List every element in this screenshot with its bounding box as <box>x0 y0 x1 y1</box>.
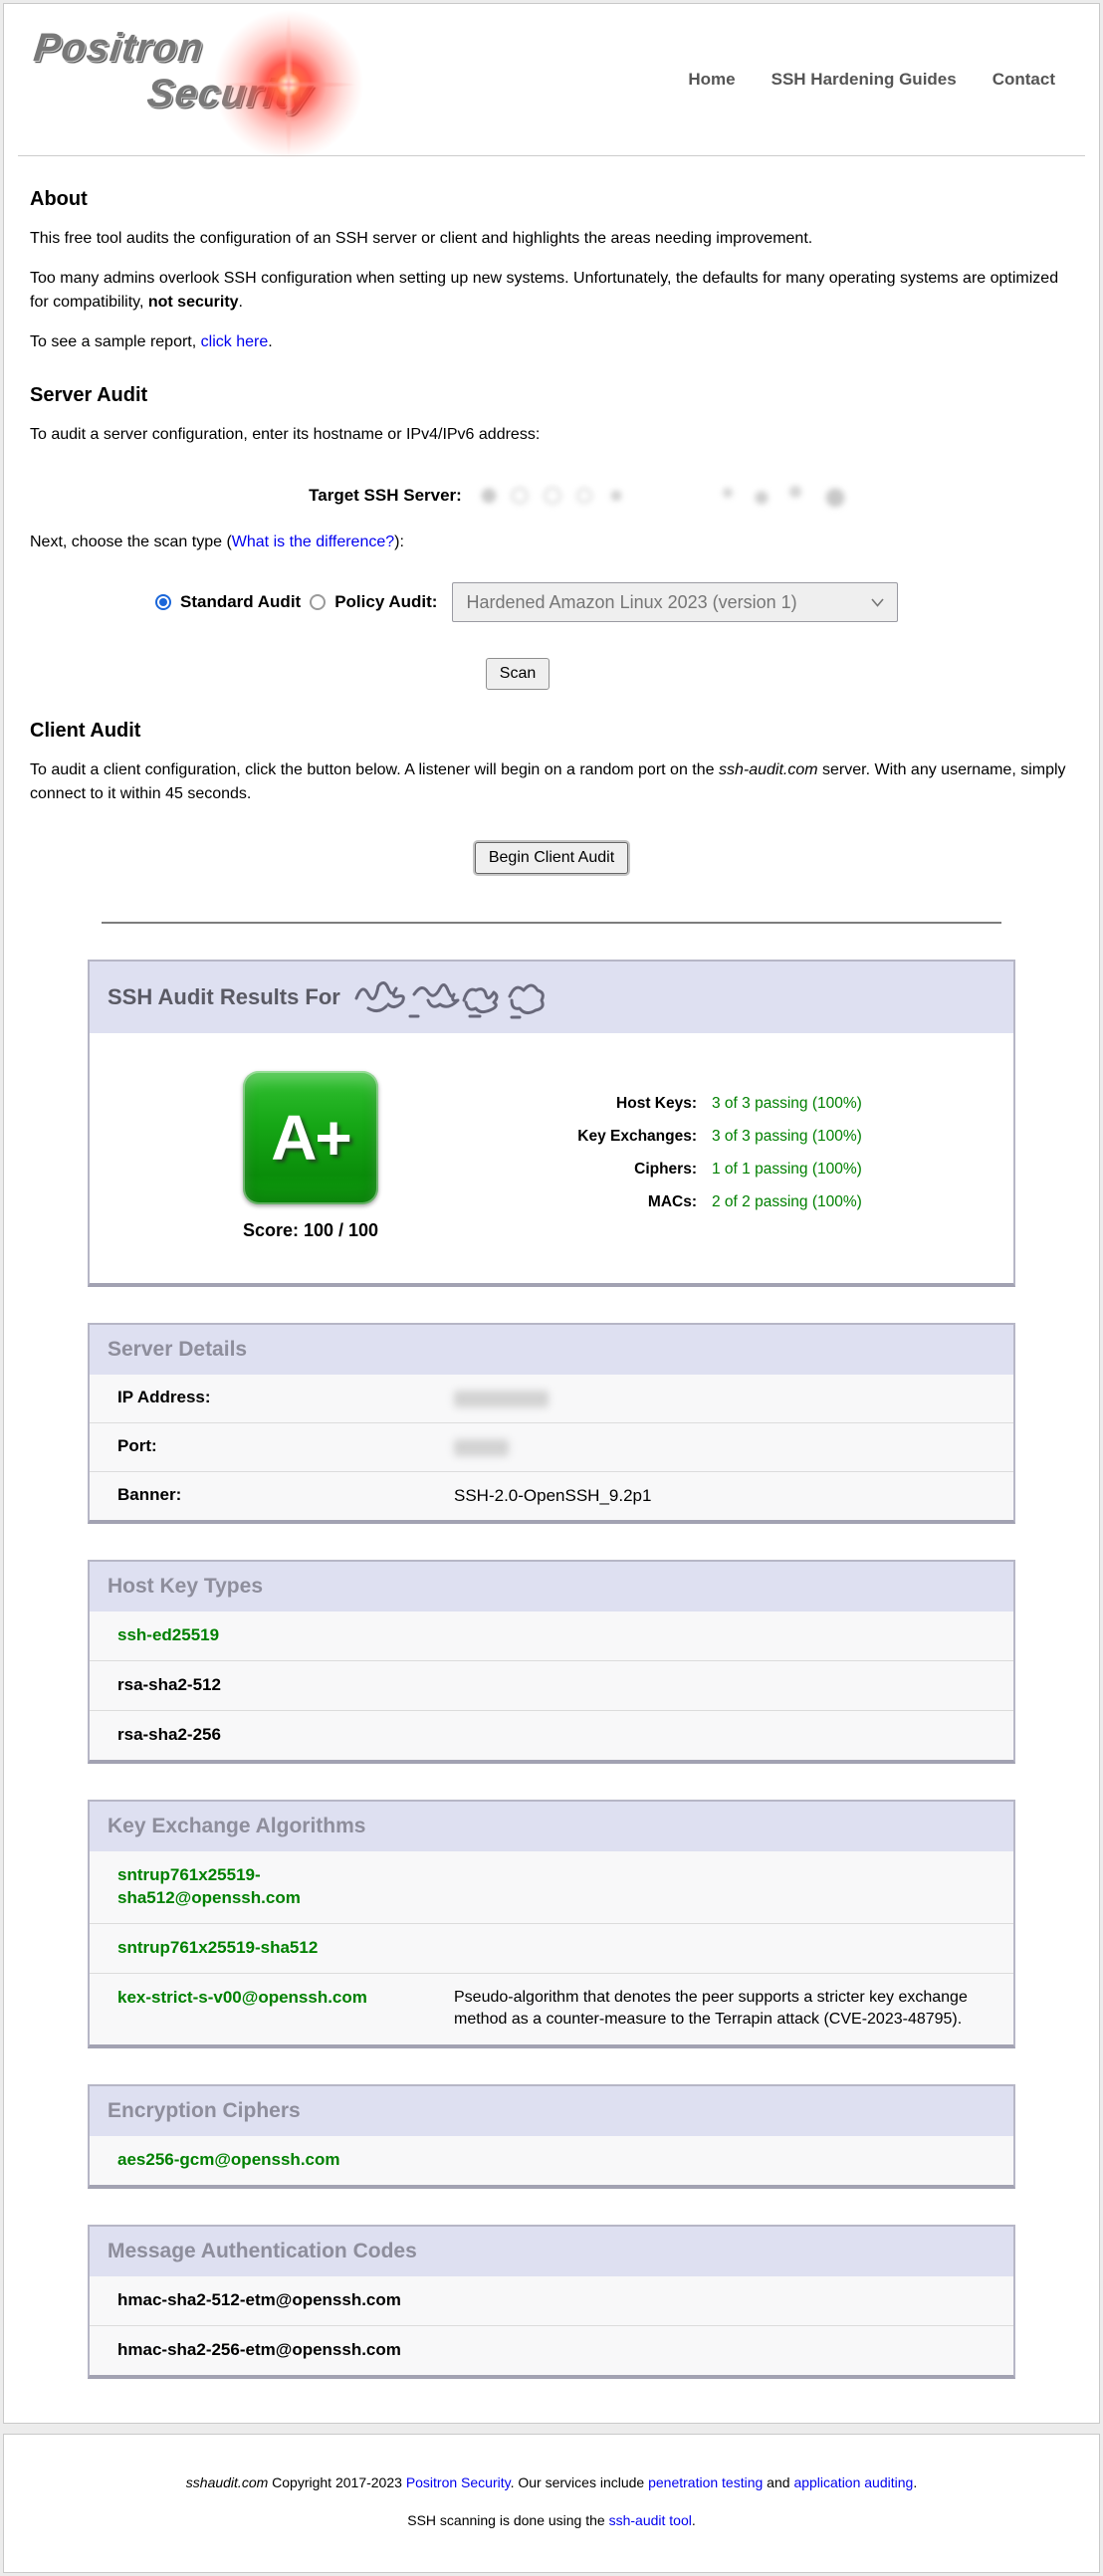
redacted-input-value <box>471 477 854 515</box>
site-footer: sshaudit.com Copyright 2017-2023 Positro… <box>3 2434 1100 2573</box>
stat-row-host-keys: Host Keys: 3 of 3 passing (100%) <box>508 1095 990 1113</box>
main-content: About This free tool audits the configur… <box>4 156 1099 2423</box>
list-item: rsa-sha2-512 <box>90 1660 1013 1710</box>
nav-contact[interactable]: Contact <box>993 70 1055 90</box>
positron-security-link[interactable]: Positron Security <box>406 2474 511 2490</box>
begin-client-audit-button[interactable]: Begin Client Audit <box>475 842 628 874</box>
nav-ssh-hardening-guides[interactable]: SSH Hardening Guides <box>772 70 957 90</box>
table-row: Banner: SSH-2.0-OpenSSH_9.2p1 <box>90 1471 1013 1520</box>
encryption-ciphers-panel: Encryption Ciphers aes256-gcm@openssh.co… <box>88 2084 1015 2189</box>
results-panel-body: A+ Score: 100 / 100 Host Keys: 3 of 3 pa… <box>90 1033 1013 1283</box>
chevron-down-icon <box>871 598 884 607</box>
section-divider <box>102 922 1001 924</box>
policy-audit-radio[interactable] <box>310 594 326 610</box>
grade-letter: A+ <box>271 1101 350 1175</box>
site-header: Positron Security Home SSH Hardening Gui… <box>4 4 1099 155</box>
results-panel-header: SSH Audit Results For <box>90 962 1013 1033</box>
scan-type-paragraph: Next, choose the scan type (What is the … <box>30 531 1073 554</box>
target-server-row: Target SSH Server: <box>90 477 1073 515</box>
list-item: sntrup761x25519-sha512@openssh.com <box>90 1851 1013 1923</box>
host-key-types-panel: Host Key Types ssh-ed25519 rsa-sha2-512 … <box>88 1560 1015 1764</box>
stat-row-macs: MACs: 2 of 2 passing (100%) <box>508 1193 990 1211</box>
list-item: rsa-sha2-256 <box>90 1710 1013 1760</box>
list-item: hmac-sha2-256-etm@openssh.com <box>90 2325 1013 2375</box>
list-item: kex-strict-s-v00@openssh.com Pseudo-algo… <box>90 1973 1013 2044</box>
list-item: aes256-gcm@openssh.com <box>90 2136 1013 2185</box>
footer-line-1: sshaudit.com Copyright 2017-2023 Positro… <box>14 2474 1089 2490</box>
list-item: sntrup761x25519-sha512 <box>90 1923 1013 1973</box>
host-key-types-header: Host Key Types <box>90 1562 1013 1611</box>
macs-header: Message Authentication Codes <box>90 2227 1013 2276</box>
footer-line-2: SSH scanning is done using the ssh-audit… <box>14 2512 1089 2528</box>
macs-panel: Message Authentication Codes hmac-sha2-5… <box>88 2225 1015 2379</box>
policy-select[interactable]: Hardened Amazon Linux 2023 (version 1) <box>452 582 898 622</box>
results-panel-title: SSH Audit Results For <box>108 984 340 1010</box>
redacted-ip-address <box>454 1391 549 1407</box>
sshaudit-domain: sshaudit.com <box>186 2474 268 2490</box>
stat-row-key-exchanges: Key Exchanges: 3 of 3 passing (100%) <box>508 1128 990 1146</box>
server-audit-intro: To audit a server configuration, enter i… <box>30 423 1073 447</box>
list-item: hmac-sha2-512-etm@openssh.com <box>90 2276 1013 2325</box>
client-audit-paragraph: To audit a client configuration, click t… <box>30 758 1073 806</box>
about-paragraph-2: Too many admins overlook SSH configurati… <box>30 267 1073 315</box>
about-paragraph-3: To see a sample report, click here. <box>30 330 1073 354</box>
nav-home[interactable]: Home <box>688 70 735 90</box>
application-auditing-link[interactable]: application auditing <box>793 2474 913 2490</box>
list-item: ssh-ed25519 <box>90 1611 1013 1660</box>
server-audit-title: Server Audit <box>30 384 1073 407</box>
sample-report-link[interactable]: click here <box>201 333 269 350</box>
client-audit-button-row: Begin Client Audit <box>30 842 1073 874</box>
results-panel: SSH Audit Results For A+ Sco <box>88 960 1015 1287</box>
positron-security-logo[interactable]: Positron Security <box>30 4 458 155</box>
key-exchange-header: Key Exchange Algorithms <box>90 1802 1013 1851</box>
table-row: Port: <box>90 1422 1013 1471</box>
scan-button-row: Scan <box>0 658 1039 690</box>
policy-select-value: Hardened Amazon Linux 2023 (version 1) <box>466 592 796 613</box>
grade-badge: A+ <box>243 1071 378 1204</box>
stat-row-ciphers: Ciphers: 1 of 1 passing (100%) <box>508 1161 990 1179</box>
server-details-header: Server Details <box>90 1325 1013 1375</box>
penetration-testing-link[interactable]: penetration testing <box>648 2474 763 2490</box>
redacted-hostname-scribble <box>352 976 556 1020</box>
about-title: About <box>30 188 1073 211</box>
scan-type-difference-link[interactable]: What is the difference? <box>232 534 394 550</box>
standard-audit-label[interactable]: Standard Audit <box>180 592 301 612</box>
main-content-card: Positron Security Home SSH Hardening Gui… <box>3 3 1100 2424</box>
redacted-port <box>454 1439 509 1456</box>
results-stats: Host Keys: 3 of 3 passing (100%) Key Exc… <box>508 1071 990 1241</box>
ssh-audit-domain: ssh-audit.com <box>719 761 818 778</box>
score-label: Score: 100 / 100 <box>243 1220 378 1241</box>
scan-button[interactable]: Scan <box>486 658 550 690</box>
standard-audit-radio[interactable] <box>155 594 171 610</box>
encryption-ciphers-header: Encryption Ciphers <box>90 2086 1013 2136</box>
banner-value: SSH-2.0-OpenSSH_9.2p1 <box>454 1485 651 1507</box>
main-nav: Home SSH Hardening Guides Contact <box>688 70 1055 90</box>
target-ssh-server-input[interactable] <box>471 477 854 515</box>
key-exchange-panel: Key Exchange Algorithms sntrup761x25519-… <box>88 1800 1015 2048</box>
policy-audit-label[interactable]: Policy Audit: <box>334 592 437 612</box>
grade-block: A+ Score: 100 / 100 <box>113 1071 508 1241</box>
about-paragraph-1: This free tool audits the configuration … <box>30 227 1073 251</box>
algorithm-note: Pseudo-algorithm that denotes the peer s… <box>454 1987 1013 2032</box>
ssh-audit-tool-link[interactable]: ssh-audit tool <box>609 2512 692 2528</box>
scan-type-row: Standard Audit Policy Audit: Hardened Am… <box>155 582 1073 622</box>
table-row: IP Address: <box>90 1375 1013 1422</box>
logo-text-security: Security <box>145 72 316 116</box>
client-audit-title: Client Audit <box>30 720 1073 743</box>
target-ssh-server-label: Target SSH Server: <box>309 486 462 506</box>
server-details-panel: Server Details IP Address: Port: Banner:… <box>88 1323 1015 1524</box>
logo-text-positron: Positron <box>32 26 206 71</box>
